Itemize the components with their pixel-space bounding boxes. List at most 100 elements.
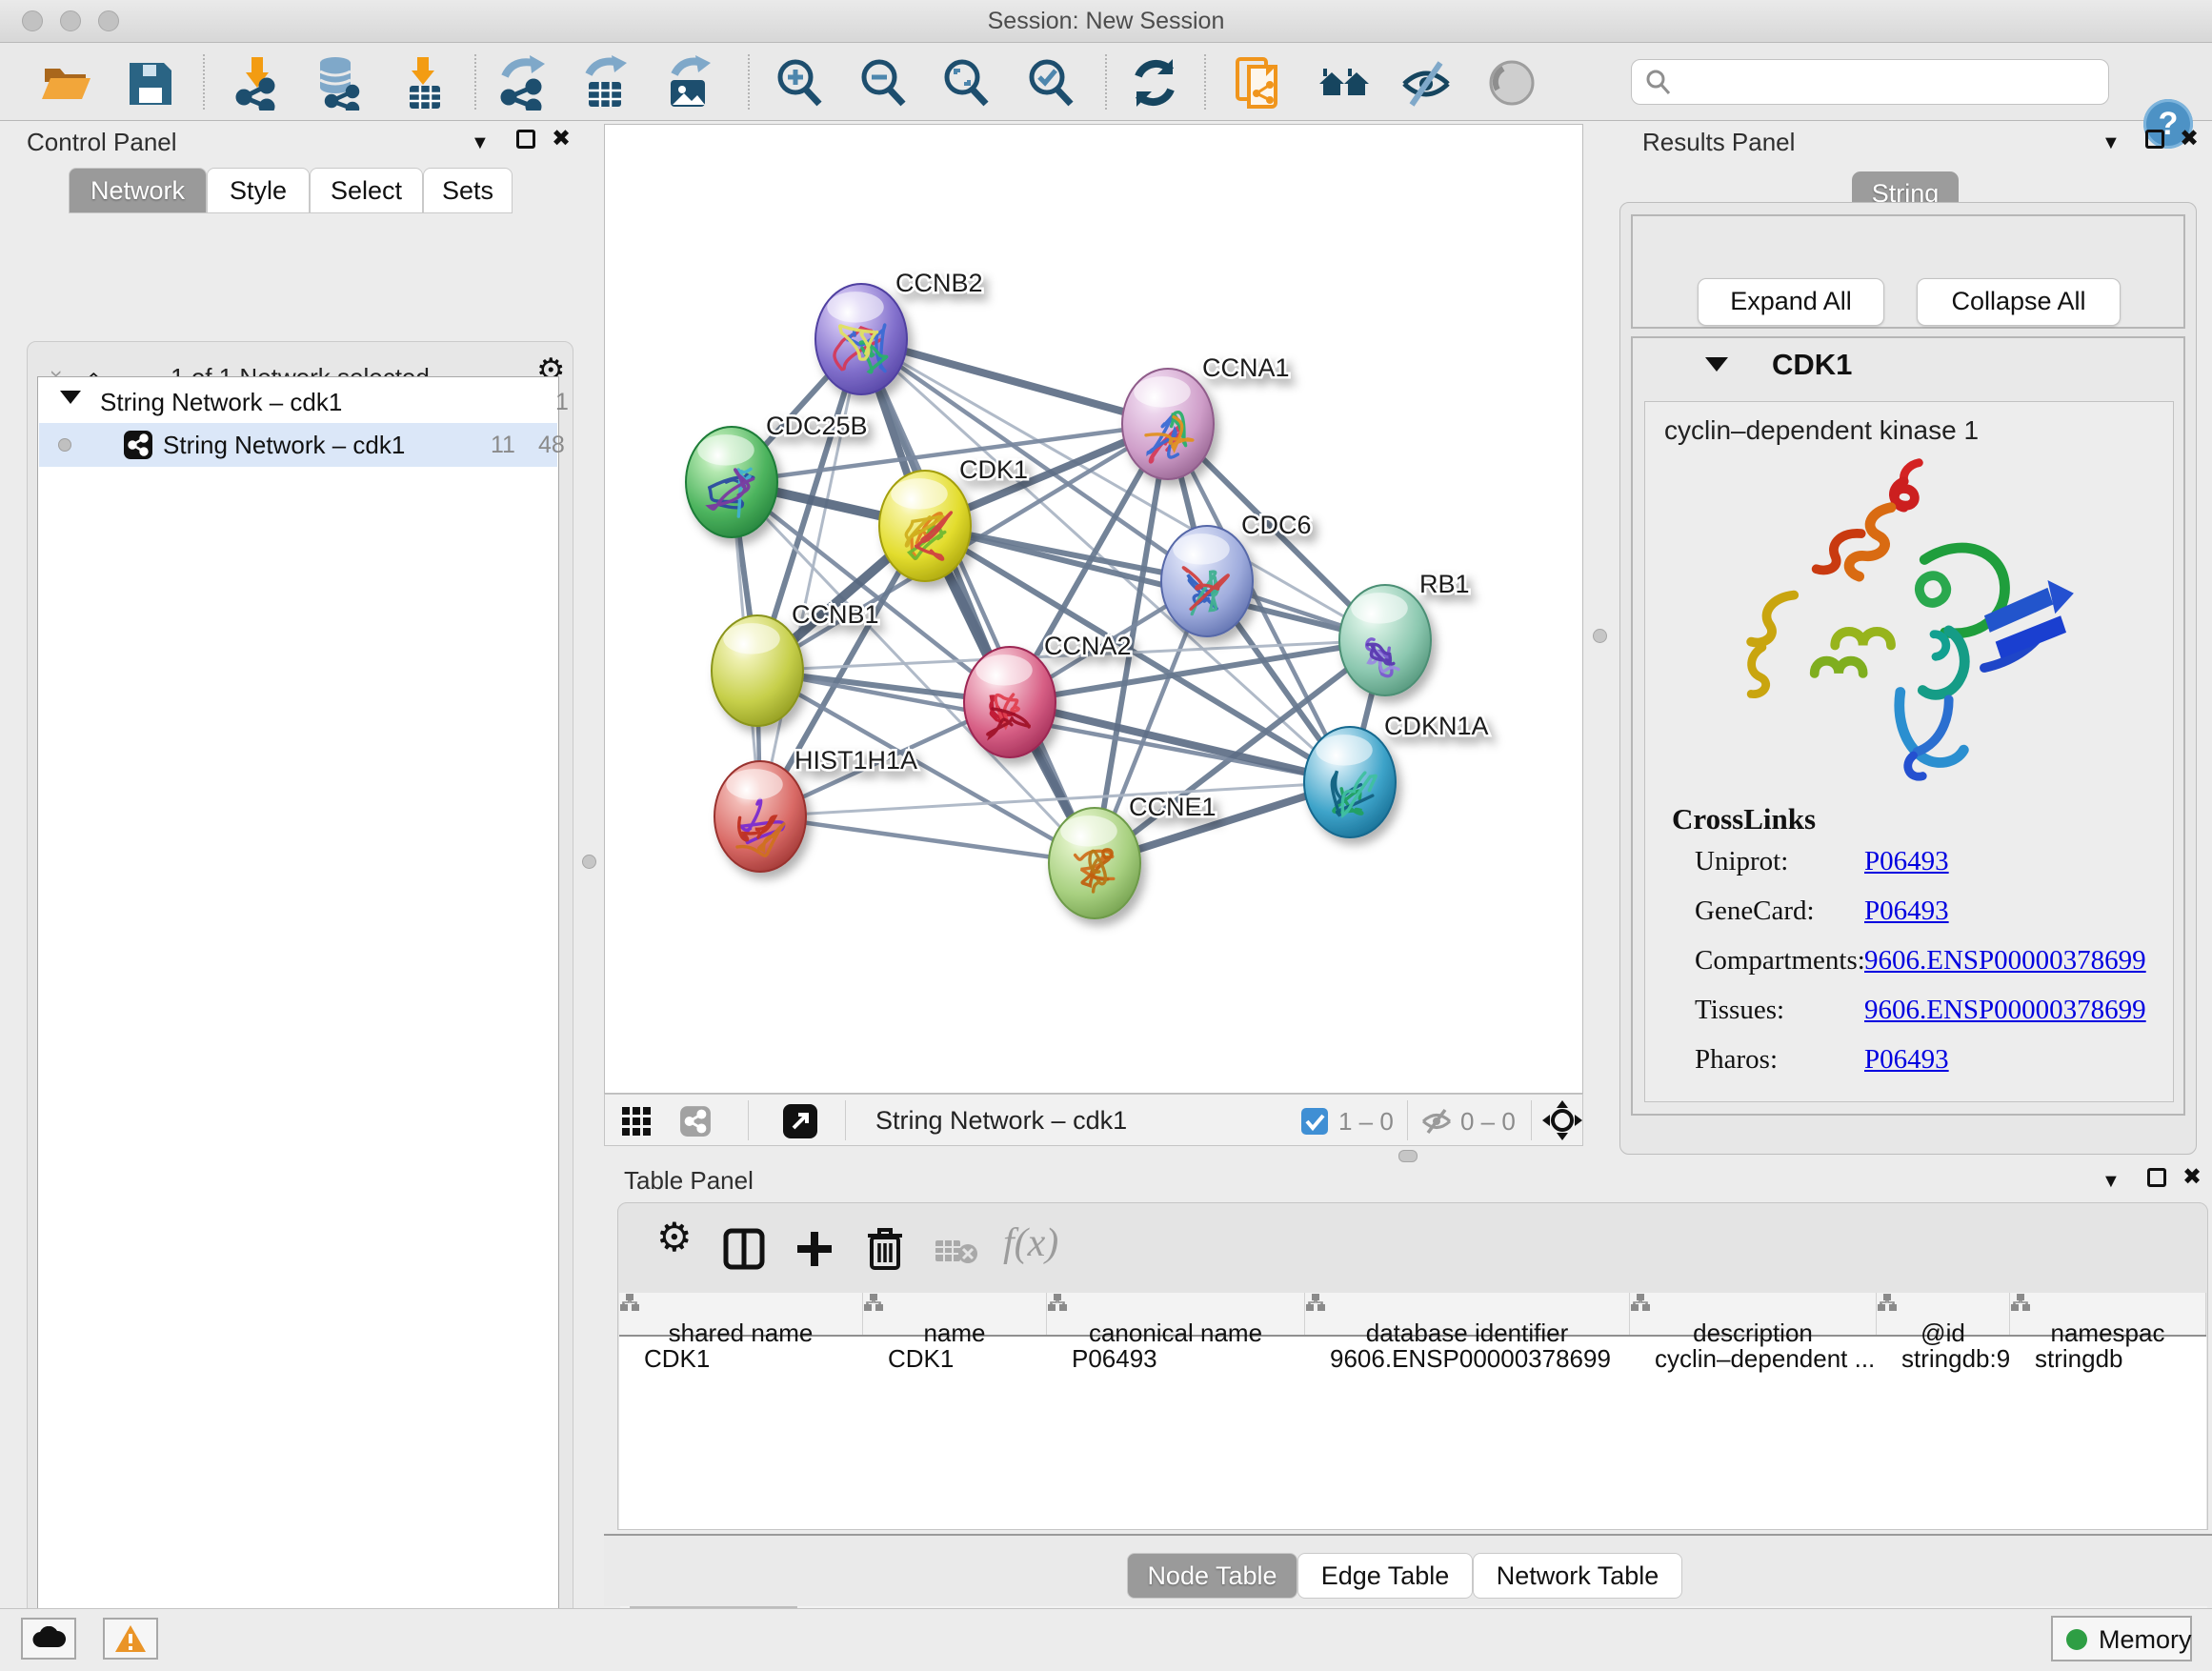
bottom-splitter-handle[interactable] xyxy=(1398,1150,1418,1162)
import-network-database-icon[interactable] xyxy=(311,55,366,111)
panel-maximize-icon[interactable] xyxy=(2145,130,2164,149)
column-header[interactable]: database identifier xyxy=(1305,1293,1630,1335)
collapse-all-button[interactable]: Collapse All xyxy=(1917,278,2121,326)
hide-selected-icon[interactable] xyxy=(1398,55,1454,111)
zoom-fit-icon[interactable] xyxy=(938,55,994,111)
network-row-selected[interactable]: String Network – cdk1 11 48 xyxy=(39,423,557,467)
tab-node-table[interactable]: Node Table xyxy=(1127,1553,1297,1599)
import-network-file-icon[interactable] xyxy=(231,55,286,111)
network-icon xyxy=(123,430,153,460)
zoom-in-icon[interactable] xyxy=(772,55,827,111)
tree-expander-icon[interactable] xyxy=(60,391,81,404)
show-all-icon[interactable] xyxy=(1484,55,1539,111)
tab-sets[interactable]: Sets xyxy=(423,168,513,213)
panel-maximize-icon[interactable] xyxy=(2147,1168,2166,1187)
expand-all-button[interactable]: Expand All xyxy=(1698,278,1884,326)
table-cell[interactable]: P06493 xyxy=(1047,1339,1305,1379)
crosslink-link[interactable]: P06493 xyxy=(1864,1044,1949,1076)
copy-network-icon[interactable] xyxy=(1232,55,1287,111)
protein-detail-box: cyclin–dependent kinase 1 xyxy=(1644,401,2174,1102)
right-splitter-handle[interactable] xyxy=(1593,629,1607,643)
panel-close-icon[interactable]: ✖ xyxy=(2180,128,2199,151)
section-expander-icon[interactable] xyxy=(1705,357,1728,372)
window-title: Session: New Session xyxy=(0,8,2212,35)
network-node-CCNE1[interactable]: CCNE1 xyxy=(1049,793,1217,918)
zoom-selected-icon[interactable] xyxy=(1023,55,1078,111)
crosslink-link[interactable]: 9606.ENSP00000378699 xyxy=(1864,945,2146,976)
export-table-icon[interactable] xyxy=(577,55,633,111)
export-network-icon[interactable] xyxy=(497,55,553,111)
column-header[interactable]: canonical name xyxy=(1047,1293,1305,1335)
network-node-CCNB2[interactable]: CCNB2 xyxy=(815,269,983,394)
memory-button[interactable]: Memory xyxy=(2051,1616,2192,1661)
panel-maximize-icon[interactable] xyxy=(516,130,535,149)
search-icon xyxy=(1643,68,1674,98)
table-cell[interactable]: cyclin–dependent ... xyxy=(1630,1339,1877,1379)
table-cell[interactable]: CDK1 xyxy=(619,1339,863,1379)
column-header[interactable]: @id xyxy=(1877,1293,2010,1335)
left-splitter-handle[interactable] xyxy=(582,855,596,869)
network-view[interactable]: CCNB2CCNA1CDC25BCDK1CDC6RB1CCNB1CCNA2CDK… xyxy=(604,124,1583,1094)
tab-network-table[interactable]: Network Table xyxy=(1473,1553,1682,1599)
column-header[interactable]: description xyxy=(1630,1293,1877,1335)
table-cell[interactable]: stringdb:9... xyxy=(1877,1339,2010,1379)
panel-close-icon[interactable]: ✖ xyxy=(552,128,571,151)
function-builder-icon: f(x) xyxy=(1003,1220,1058,1266)
tab-select[interactable]: Select xyxy=(310,168,423,213)
add-column-icon[interactable] xyxy=(794,1228,835,1270)
panel-float-icon[interactable]: ▼ xyxy=(2101,1170,2121,1193)
panel-float-icon[interactable]: ▼ xyxy=(2101,131,2121,154)
search-field[interactable] xyxy=(1631,59,2109,105)
import-table-icon[interactable] xyxy=(396,55,452,111)
hidden-eye-slash-icon xyxy=(1420,1107,1453,1136)
save-session-icon[interactable] xyxy=(122,55,177,111)
grid-view-icon[interactable] xyxy=(620,1105,653,1137)
refresh-view-icon[interactable] xyxy=(1127,55,1182,111)
crosslink-link[interactable]: P06493 xyxy=(1864,896,1949,927)
main-toolbar: ? xyxy=(0,43,2212,121)
cloud-icon xyxy=(31,1626,66,1649)
network-node-CDK1[interactable]: CDK1 xyxy=(879,455,1028,581)
column-header[interactable]: namespac xyxy=(2010,1293,2206,1335)
column-header[interactable]: shared name xyxy=(619,1293,863,1335)
network-node-CCNB1[interactable]: CCNB1 xyxy=(712,600,879,726)
warning-button[interactable] xyxy=(103,1618,158,1660)
panel-close-icon[interactable]: ✖ xyxy=(2182,1166,2202,1189)
node-label: CDC25B xyxy=(766,412,868,440)
panel-float-icon[interactable]: ▼ xyxy=(471,131,490,154)
table-cell[interactable]: CDK1 xyxy=(863,1339,1047,1379)
cloud-button[interactable] xyxy=(21,1618,76,1660)
show-columns-icon[interactable] xyxy=(723,1228,765,1270)
delete-column-icon[interactable] xyxy=(864,1226,906,1270)
export-image-icon[interactable] xyxy=(661,55,716,111)
tab-style[interactable]: Style xyxy=(207,168,310,213)
tab-edge-table[interactable]: Edge Table xyxy=(1297,1553,1473,1599)
gear-icon[interactable]: ⚙ xyxy=(656,1226,693,1249)
network-view-icon[interactable] xyxy=(679,1105,712,1137)
tab-network[interactable]: Network xyxy=(69,168,207,213)
table-cell[interactable]: 9606.ENSP00000378699 xyxy=(1305,1339,1630,1379)
node-table: shared namenamecanonical namedatabase id… xyxy=(619,1293,2206,1529)
protein-section: CDK1 cyclin–dependent kinase 1 xyxy=(1631,336,2185,1116)
birds-eye-view-icon[interactable] xyxy=(1542,1100,1582,1140)
network-node-CDKN1A[interactable]: CDKN1A xyxy=(1304,712,1489,837)
zoom-out-icon[interactable] xyxy=(855,55,911,111)
table-cell[interactable]: stringdb xyxy=(2010,1339,2206,1379)
open-session-icon[interactable] xyxy=(38,55,93,111)
column-header[interactable]: name xyxy=(863,1293,1047,1335)
selected-checkbox-icon[interactable] xyxy=(1300,1107,1329,1136)
open-in-window-icon[interactable] xyxy=(782,1103,818,1139)
first-neighbors-icon[interactable] xyxy=(1317,55,1372,111)
network-node-RB1[interactable]: RB1 xyxy=(1339,570,1470,695)
toolbar-separator xyxy=(748,54,750,110)
control-panel: Control Panel ▼ ✖ NetworkStyleSelectSets… xyxy=(11,120,575,1608)
crosslink-link[interactable]: P06493 xyxy=(1864,846,1949,877)
crosslinks-list: Uniprot:P06493GeneCard:P06493Compartment… xyxy=(1645,846,2175,1099)
search-input[interactable] xyxy=(1681,64,2095,100)
results-panel-title: Results Panel xyxy=(1642,128,1795,157)
crosslink-link[interactable]: 9606.ENSP00000378699 xyxy=(1864,995,2146,1026)
divider xyxy=(1407,1100,1408,1140)
network-canvas[interactable]: CCNB2CCNA1CDC25BCDK1CDC6RB1CCNB1CCNA2CDK… xyxy=(605,125,1582,1093)
network-collection-row[interactable]: String Network – cdk1 1 xyxy=(39,381,557,424)
network-view-toolbar: String Network – cdk1 1 – 0 0 – 0 xyxy=(604,1094,1583,1146)
